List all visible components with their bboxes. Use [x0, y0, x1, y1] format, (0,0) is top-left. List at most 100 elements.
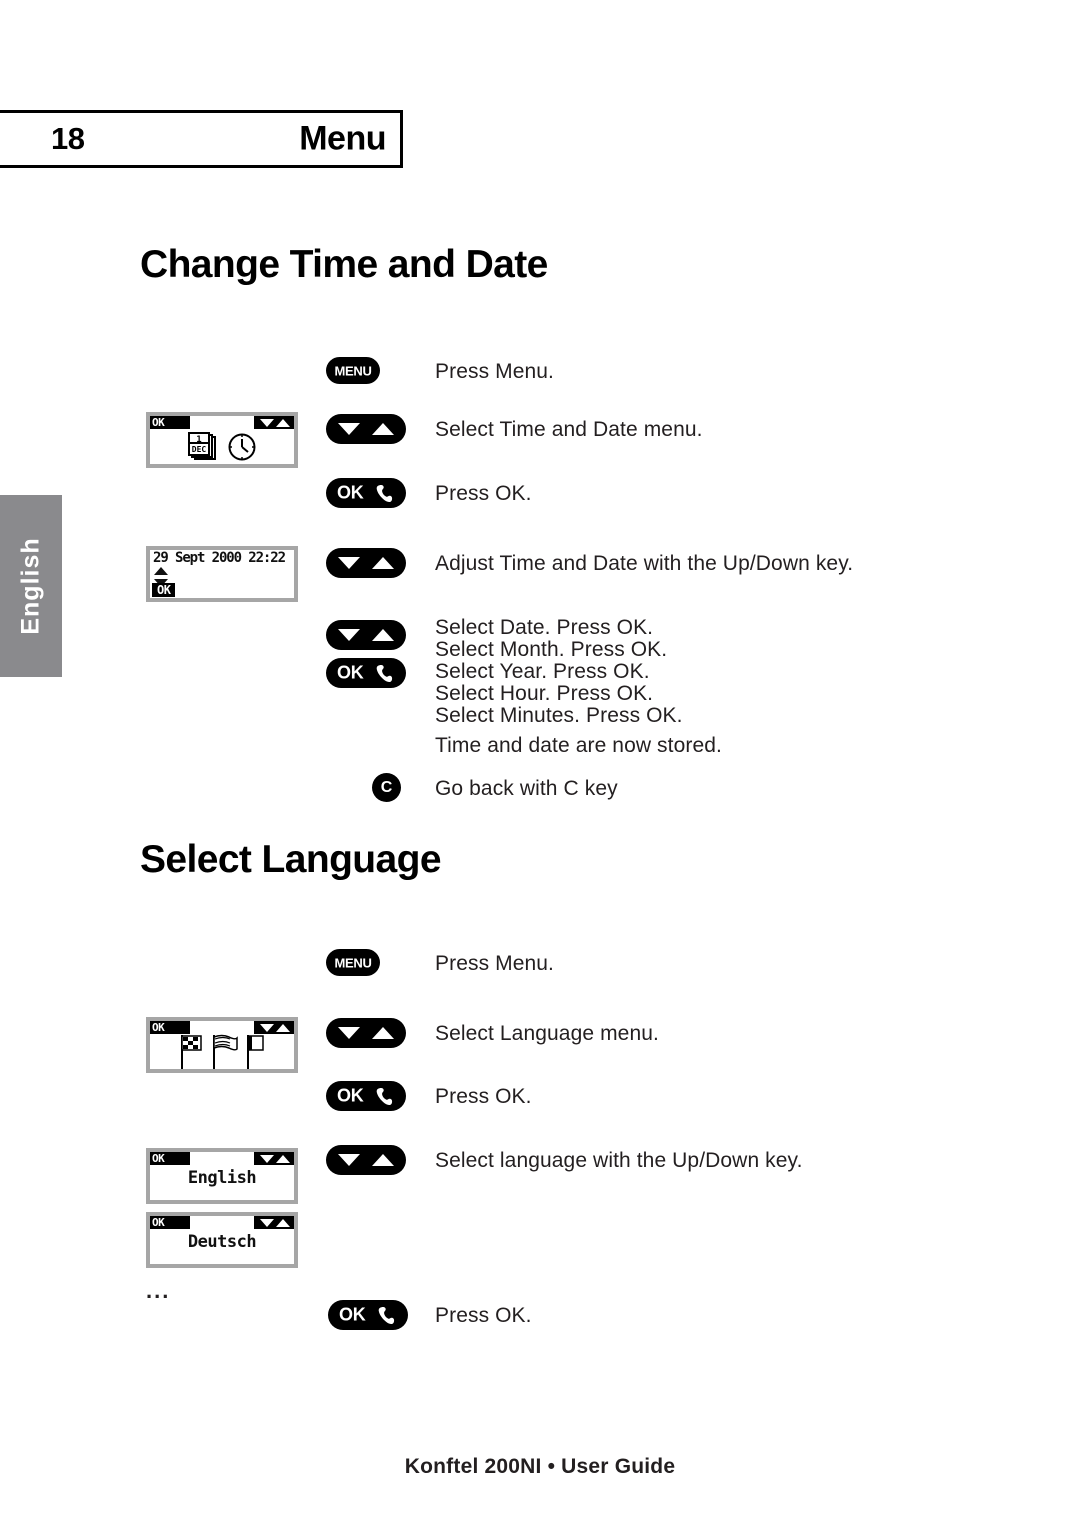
section-heading-select-language: Select Language: [140, 838, 442, 881]
arrow-up-icon: [372, 629, 394, 641]
arrow-down-icon: [338, 629, 360, 641]
lcd-screen: OK English: [150, 1152, 294, 1200]
menu-key-label: MENU: [334, 955, 372, 970]
svg-text:1: 1: [196, 435, 201, 445]
key-cell: [326, 414, 412, 444]
key-cell: OK: [328, 1300, 414, 1330]
arrow-down-icon: [338, 423, 360, 435]
page-number: 18: [51, 121, 85, 156]
flag-striped-icon: [213, 1034, 238, 1069]
ok-key[interactable]: OK: [326, 1081, 406, 1111]
arrow-down-icon: [338, 557, 360, 569]
lcd-language-value: English: [187, 1168, 257, 1188]
key-cell: OK: [326, 1081, 412, 1111]
key-cell: [326, 1145, 412, 1175]
updown-key[interactable]: [326, 1145, 406, 1175]
step-text: Press OK.: [435, 1304, 532, 1327]
lcd-arrow-down-icon: [260, 1155, 274, 1163]
lcd-time-date-edit: 29 Sept 2000 22:22 OK: [146, 546, 298, 602]
lcd-arrow-up-icon: [154, 567, 168, 575]
arrow-up-icon: [372, 423, 394, 435]
ok-key-label: OK: [337, 1085, 364, 1106]
menu-key[interactable]: MENU: [326, 357, 380, 384]
lcd-time-date-menu: OK 1 DEC: [146, 412, 298, 468]
step-text: Select Time and Date menu.: [435, 418, 703, 441]
lcd-language-deutsch: OK Deutsch: [146, 1212, 298, 1268]
menu-key[interactable]: MENU: [326, 949, 380, 976]
lcd-arrow-down-icon: [260, 1219, 274, 1227]
lcd-flag-row: [150, 1033, 294, 1069]
lcd-arrow-down-icon: [260, 1024, 274, 1032]
lcd-arrow-up-icon: [276, 1219, 290, 1227]
updown-key[interactable]: [326, 620, 406, 650]
lcd-ok-label: OK: [152, 583, 176, 597]
arrow-up-icon: [372, 1027, 394, 1039]
lcd-arrow-down-icon: [260, 419, 274, 427]
step-text: Select Language menu.: [435, 1022, 659, 1045]
lcd-status-bar: OK: [150, 1216, 190, 1229]
lcd-screen: 29 Sept 2000 22:22 OK: [150, 550, 294, 598]
lcd-updown-indicator: [254, 1152, 294, 1165]
side-tab-english: English: [0, 495, 62, 677]
lcd-updown-indicator: [254, 1216, 294, 1229]
lcd-arrow-up-icon: [276, 419, 290, 427]
lcd-ok-label: OK: [152, 1216, 165, 1229]
ok-key[interactable]: OK: [328, 1300, 408, 1330]
key-cell: MENU: [326, 949, 412, 976]
flag-plain-icon: [247, 1035, 264, 1069]
c-key-label: C: [380, 778, 393, 796]
ok-key-label: OK: [339, 1304, 366, 1325]
lcd-screen: OK Deutsch: [150, 1216, 294, 1264]
lcd-ok-label: OK: [152, 1152, 165, 1165]
step-text: Select language with the Up/Down key.: [435, 1149, 803, 1172]
more-indicator: ...: [146, 1278, 171, 1303]
page-footer: Konftel 200NI • User Guide: [404, 1455, 676, 1478]
lcd-language-english: OK English: [146, 1148, 298, 1204]
step-text: Press Menu.: [435, 360, 554, 383]
ok-key[interactable]: OK: [326, 478, 406, 508]
step-text: Go back with C key: [435, 777, 618, 800]
updown-key[interactable]: [326, 414, 406, 444]
step-text: Time and date are now stored.: [435, 734, 722, 757]
step-text: Select Date. Press OK. Select Month. Pre…: [435, 616, 683, 727]
lcd-icon-row: 1 DEC: [150, 430, 294, 464]
lcd-language-menu: OK: [146, 1017, 298, 1073]
section-heading-change-time-and-date: Change Time and Date: [140, 243, 548, 286]
lcd-updown-indicator: [254, 416, 294, 429]
step-text: Press OK.: [435, 482, 532, 505]
handset-icon: [376, 485, 393, 503]
ok-key-label: OK: [337, 662, 364, 683]
clock-icon: [228, 433, 256, 461]
arrow-down-icon: [338, 1154, 360, 1166]
side-tab-label: English: [16, 537, 45, 635]
lcd-status-bar: OK: [150, 416, 190, 429]
lcd-arrow-up-icon: [276, 1024, 290, 1032]
flag-checkered-icon: [181, 1035, 202, 1069]
calendar-icon: 1 DEC: [188, 432, 216, 460]
updown-key[interactable]: [326, 1018, 406, 1048]
step-text: Press Menu.: [435, 952, 554, 975]
step-text: Press OK.: [435, 1085, 532, 1108]
menu-key-label: MENU: [334, 363, 372, 378]
key-cell: [326, 1018, 412, 1048]
lcd-arrow-up-icon: [276, 1155, 290, 1163]
handset-icon: [376, 1088, 393, 1106]
lcd-screen: OK 1 DEC: [150, 416, 294, 464]
key-cell: MENU: [326, 357, 412, 384]
lcd-datetime-value: 29 Sept 2000 22:22: [153, 550, 286, 566]
arrow-up-icon: [372, 1154, 394, 1166]
step-text: Adjust Time and Date with the Up/Down ke…: [435, 552, 854, 575]
lcd-status-bar: OK: [150, 1152, 190, 1165]
c-key[interactable]: C: [372, 773, 401, 802]
lcd-language-value: Deutsch: [187, 1232, 257, 1252]
lcd-ok-label: OK: [152, 416, 165, 429]
key-cell: [326, 548, 412, 578]
arrow-up-icon: [372, 557, 394, 569]
svg-text:DEC: DEC: [192, 445, 207, 454]
updown-key[interactable]: [326, 548, 406, 578]
ok-key[interactable]: OK: [326, 658, 406, 688]
page-header-box: 18 Menu: [0, 110, 403, 168]
arrow-down-icon: [338, 1027, 360, 1039]
handset-icon: [376, 665, 393, 683]
key-cell: OK: [326, 478, 412, 508]
